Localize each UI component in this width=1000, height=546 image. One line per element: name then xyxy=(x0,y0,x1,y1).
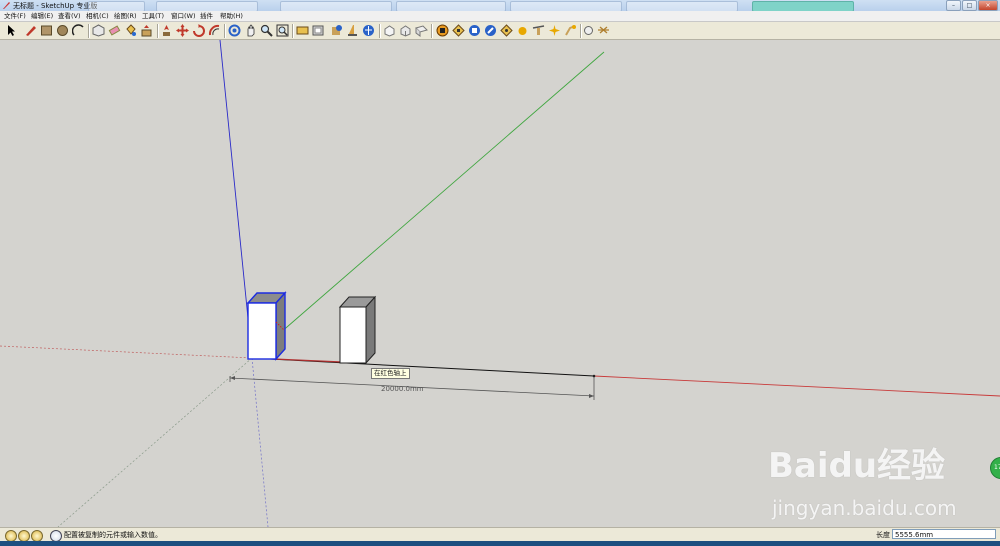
move-icon[interactable] xyxy=(176,24,189,37)
menu-view[interactable]: 查看(V) xyxy=(58,11,81,21)
tape-measure-icon[interactable] xyxy=(312,24,325,37)
dimension-label: 20000.0mm xyxy=(381,385,424,393)
front-view-icon[interactable] xyxy=(436,24,449,37)
os-taskbar xyxy=(0,541,1000,546)
window-title: 无标题 - SketchUp 专业版 xyxy=(13,2,98,10)
offset-icon[interactable] xyxy=(208,24,221,37)
green-axis-negative xyxy=(57,357,253,527)
dimension-icon[interactable] xyxy=(330,24,343,37)
close-button[interactable]: × xyxy=(978,0,998,11)
top-view-icon[interactable] xyxy=(415,24,428,37)
blue-axis-negative xyxy=(251,357,269,527)
make-component-icon[interactable] xyxy=(92,24,105,37)
select-icon[interactable] xyxy=(5,24,18,37)
menu-draw[interactable]: 绘图(R) xyxy=(114,11,137,21)
red-axis xyxy=(593,375,1000,397)
xray-icon[interactable] xyxy=(500,24,513,37)
main-toolbar xyxy=(0,22,1000,40)
watermark-url: jingyan.baidu.com xyxy=(772,496,957,520)
eraser-icon[interactable] xyxy=(108,24,121,37)
menu-camera[interactable]: 相机(C) xyxy=(86,11,109,21)
pencil-icon[interactable] xyxy=(24,24,37,37)
back-view-icon[interactable] xyxy=(468,24,481,37)
watermark-logo: Baidu经验 xyxy=(768,446,946,486)
inference-tooltip: 在红色轴上 xyxy=(371,368,410,379)
axes-icon[interactable] xyxy=(362,24,375,37)
rotate-icon[interactable] xyxy=(192,24,205,37)
blue-axis xyxy=(219,40,253,359)
text-icon[interactable] xyxy=(383,24,396,37)
right-view-icon[interactable] xyxy=(452,24,465,37)
modeling-viewport[interactable]: 在红色轴上 20000.0mm Baidu经验 jingyan.baidu.co… xyxy=(0,40,1000,527)
sketchup-app-icon xyxy=(3,2,10,9)
shaded-icon[interactable] xyxy=(548,24,561,37)
hidden-line-icon[interactable] xyxy=(532,24,545,37)
measurement-input[interactable]: 5555.6mm xyxy=(892,529,996,539)
section-plane-icon[interactable] xyxy=(296,24,309,37)
wireframe-icon[interactable] xyxy=(516,24,529,37)
shadow-icon[interactable] xyxy=(597,24,610,37)
window-controls: – □ × xyxy=(946,0,998,11)
left-view-icon[interactable] xyxy=(484,24,497,37)
follow-me-icon[interactable] xyxy=(160,24,173,37)
maximize-button[interactable]: □ xyxy=(962,0,977,11)
menu-window[interactable]: 窗口(W) xyxy=(171,11,196,21)
menu-bar: 文件(F) 编辑(E) 查看(V) 相机(C) 绘图(R) 工具(T) 窗口(W… xyxy=(0,11,1000,22)
menu-plugins[interactable]: 插件 xyxy=(200,11,213,21)
menu-help[interactable]: 帮助(H) xyxy=(220,11,243,21)
selected-box[interactable] xyxy=(246,291,287,361)
rectangle-icon[interactable] xyxy=(40,24,53,37)
zoom-extents-icon[interactable] xyxy=(276,24,289,37)
baidu-watermark: Baidu经验 jingyan.baidu.com xyxy=(768,438,968,527)
push-pull-icon[interactable] xyxy=(140,24,153,37)
iso-view-icon[interactable] xyxy=(399,24,412,37)
shaded-texture-icon[interactable] xyxy=(564,24,577,37)
measurement-label: 长度 xyxy=(876,531,890,539)
menu-tools[interactable]: 工具(T) xyxy=(142,11,164,21)
status-bar: 配置被复制的元件或输入数值。 长度 5555.6mm xyxy=(0,527,1000,542)
menu-file[interactable]: 文件(F) xyxy=(4,11,26,21)
paint-bucket-icon[interactable] xyxy=(124,24,137,37)
protractor-icon[interactable] xyxy=(346,24,359,37)
minimize-button[interactable]: – xyxy=(946,0,961,11)
arc-icon[interactable] xyxy=(72,24,85,37)
red-axis-negative xyxy=(0,345,253,359)
menu-edit[interactable]: 编辑(E) xyxy=(31,11,53,21)
circle-icon[interactable] xyxy=(56,24,69,37)
orbit-icon[interactable] xyxy=(228,24,241,37)
pan-icon[interactable] xyxy=(244,24,257,37)
zoom-icon[interactable] xyxy=(260,24,273,37)
green-axis xyxy=(271,51,605,341)
copied-box[interactable] xyxy=(338,295,377,365)
monochrome-icon[interactable] xyxy=(582,24,595,37)
status-message: 配置被复制的元件或输入数值。 xyxy=(64,531,162,539)
